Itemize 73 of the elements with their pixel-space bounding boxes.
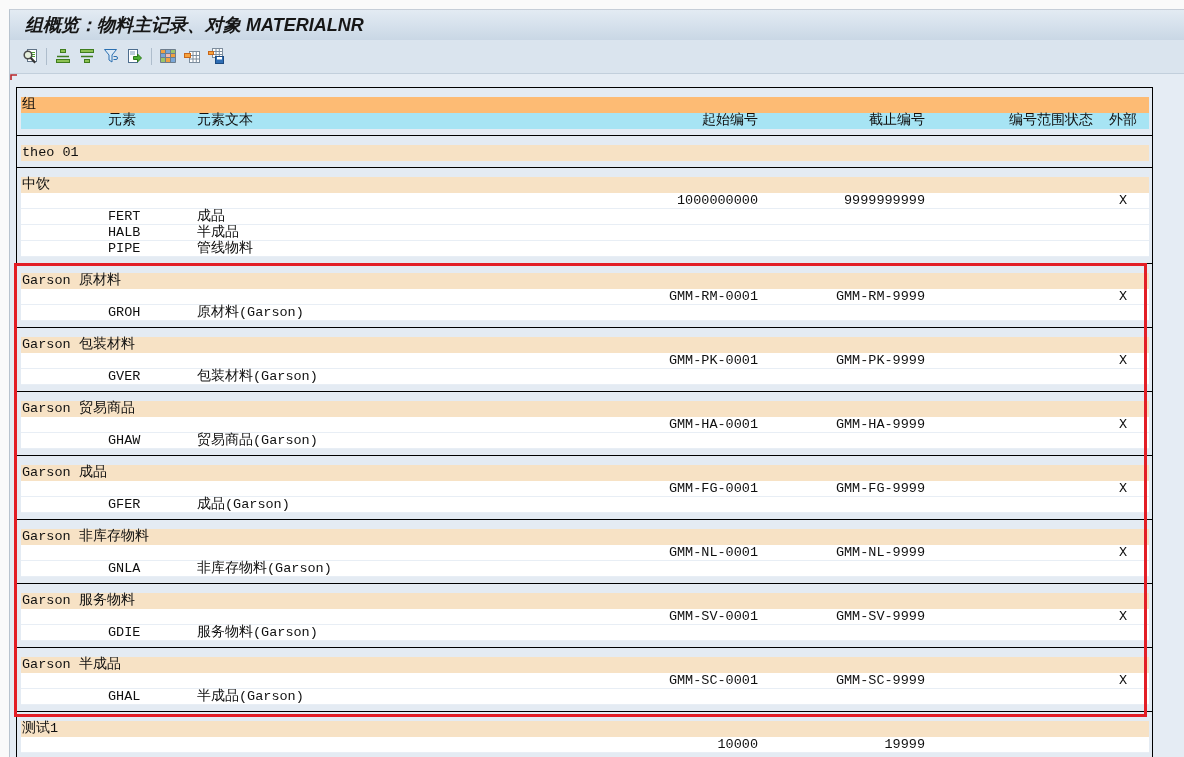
grid-icon[interactable] (160, 48, 176, 64)
group-name: Garson 服务物料 (21, 593, 135, 609)
corner-mark-icon (10, 74, 17, 80)
range-start: GMM-HA-0001 (668, 417, 758, 433)
element-text: 贸易商品(Garson) (197, 433, 318, 449)
sort-descending-icon[interactable] (79, 48, 95, 64)
group-name: Garson 半成品 (21, 657, 121, 673)
column-header: 编号范围状态 (1009, 113, 1093, 129)
range-start: GMM-PK-0001 (668, 353, 758, 369)
external-value: X (1118, 193, 1128, 209)
element-text: 成品(Garson) (197, 497, 290, 513)
range-end: 9999999999 (844, 193, 925, 209)
element-text: 服务物料(Garson) (197, 625, 318, 641)
group-name: 中饮 (21, 177, 50, 193)
sort-ascending-icon[interactable] (55, 48, 71, 64)
column-header: 起始编号 (702, 113, 758, 129)
element-code: GVER (108, 369, 141, 385)
column-header: 截止编号 (869, 113, 925, 129)
range-end: GMM-SV-9999 (835, 609, 925, 625)
range-start: GMM-SC-0001 (668, 673, 758, 689)
group-name: Garson 原材料 (21, 273, 121, 289)
range-start: GMM-SV-0001 (668, 609, 758, 625)
group-name: Garson 包装材料 (21, 337, 135, 353)
element-text: 原材料(Garson) (197, 305, 304, 321)
external-value: X (1118, 289, 1128, 305)
element-code: GFER (108, 497, 141, 513)
group-name: 测试1 (21, 721, 59, 737)
element-text: 半成品(Garson) (197, 689, 304, 705)
element-code: GROH (108, 305, 141, 321)
element-code: GHAW (108, 433, 141, 449)
group-name: Garson 成品 (21, 465, 107, 481)
element-code: GHAL (108, 689, 141, 705)
element-code: GDIE (108, 625, 141, 641)
external-value: X (1118, 481, 1128, 497)
filter-icon[interactable] (103, 48, 119, 64)
group-name: Garson 贸易商品 (21, 401, 135, 417)
document-arrow-icon[interactable] (127, 48, 143, 64)
grid-cell-icon[interactable] (184, 48, 200, 64)
range-start: 10000 (717, 737, 758, 753)
element-text: 半成品 (197, 225, 239, 240)
element-text: 包装材料(Garson) (197, 369, 318, 385)
document-search-icon[interactable] (22, 48, 38, 64)
range-end: GMM-HA-9999 (835, 417, 925, 433)
range-start: GMM-FG-0001 (668, 481, 758, 497)
element-text: 成品 (197, 209, 225, 224)
range-end: GMM-RM-9999 (835, 289, 925, 305)
group-name: Garson 非库存物料 (21, 529, 149, 545)
grid-save-icon[interactable] (208, 48, 224, 64)
external-value: X (1118, 673, 1128, 689)
element-code: HALB (108, 225, 141, 241)
range-end: GMM-NL-9999 (835, 545, 925, 561)
range-start: GMM-RM-0001 (668, 289, 758, 305)
element-code: PIPE (108, 241, 141, 257)
range-start: 1000000000 (677, 193, 758, 209)
group-name: theo 01 (21, 145, 79, 161)
column-header: 元素文本 (197, 113, 253, 129)
external-value: X (1118, 353, 1128, 369)
column-header: 组 (21, 97, 36, 113)
external-value: X (1118, 609, 1128, 625)
external-value: X (1118, 545, 1128, 561)
element-text: 管线物料 (197, 241, 253, 257)
element-code: GNLA (108, 561, 141, 577)
range-end: GMM-FG-9999 (835, 481, 925, 497)
column-header: 外部 (1109, 113, 1137, 129)
range-end: GMM-SC-9999 (835, 673, 925, 689)
element-code: FERT (108, 209, 141, 225)
window-title: 组概览：物料主记录、对象 MATERIALNR (25, 14, 364, 37)
column-header: 元素 (108, 113, 136, 129)
external-value: X (1118, 417, 1128, 433)
element-text: 非库存物料(Garson) (197, 561, 332, 577)
range-end: 19999 (884, 737, 925, 753)
range-end: GMM-PK-9999 (835, 353, 925, 369)
range-start: GMM-NL-0001 (668, 545, 758, 561)
